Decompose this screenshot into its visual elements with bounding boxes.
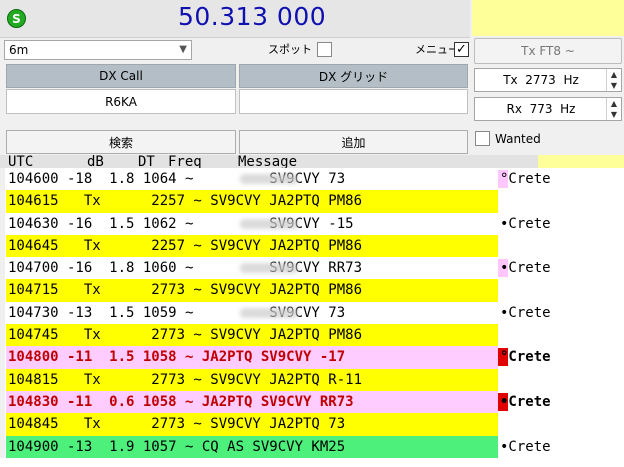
decode-message: 104645 Tx 2257 ~ SV9CVY JA2PTQ PM86 (8, 237, 363, 254)
row-gutter (0, 234, 5, 258)
location-cell (498, 368, 624, 391)
dx-grid-input[interactable] (239, 89, 468, 114)
table-row[interactable]: 104630 -16 1.5 1062 ~ SV9CVY -15 •Crete (0, 212, 624, 235)
decode-message: 104845 Tx 2773 ~ SV9CVY JA2PTQ 73 (8, 416, 346, 433)
location-text: •Crete (500, 260, 551, 277)
dx-call-header: DX Call (6, 64, 236, 88)
row-gutter (0, 413, 5, 436)
spin-arrows-icon[interactable]: ▲ ▼ (606, 98, 621, 120)
location-cell (498, 190, 624, 213)
redacted-callsign (240, 307, 298, 318)
row-gutter (0, 435, 5, 458)
redacted-callsign (240, 174, 298, 184)
row-gutter (0, 390, 5, 414)
location-text: •Crete (500, 215, 551, 232)
spin-arrows-icon[interactable]: ▲ ▼ (606, 69, 621, 91)
table-row[interactable]: 104615 Tx 2257 ~ SV9CVY JA2PTQ PM86 (0, 190, 624, 213)
chevron-down-icon: ▼ (179, 44, 187, 55)
tx-mode-button[interactable]: Tx FT8 ~ (474, 38, 622, 64)
menu-checkbox[interactable]: ✓ (454, 42, 469, 57)
rx-frequency-value: Rx 773 Hz (506, 102, 576, 116)
location-text: °Crete (500, 349, 551, 366)
tx-frequency-spinbox[interactable]: Tx 2773 Hz ▲ ▼ (474, 68, 622, 92)
table-row[interactable]: 104815 Tx 2773 ~ SV9CVY JA2PTQ R-11 (0, 368, 624, 391)
location-text: °Crete (500, 171, 551, 187)
decode-message: 104800 -11 1.5 1058 ~ JA2PTQ SV9CVY -17 (8, 349, 346, 366)
table-row[interactable]: 104845 Tx 2773 ~ SV9CVY JA2PTQ 73 (0, 413, 624, 436)
dial-frequency: 50.313 000 (178, 2, 327, 31)
table-row[interactable]: 104600 -18 1.8 1064 ~ SV9CVY 73 °Crete (0, 168, 624, 191)
table-row[interactable]: 104715 Tx 2773 ~ SV9CVY JA2PTQ PM86 (0, 279, 624, 302)
location-cell (498, 234, 624, 258)
tx-frequency-value: Tx 2773 Hz (503, 73, 579, 87)
table-row[interactable]: 104800 -11 1.5 1058 ~ JA2PTQ SV9CVY -17 °… (0, 346, 624, 369)
location-cell (498, 279, 624, 302)
search-button[interactable]: 検索 (6, 130, 236, 154)
decode-message: 104615 Tx 2257 ~ SV9CVY JA2PTQ PM86 (8, 193, 363, 210)
decode-message: 104630 -16 1.5 1062 ~ SV9CVY -15 (8, 215, 354, 232)
spot-label: スポット (268, 43, 312, 56)
decode-message: 104715 Tx 2773 ~ SV9CVY JA2PTQ PM86 (8, 282, 363, 299)
decode-list[interactable]: 104600 -18 1.8 1064 ~ SV9CVY 73 °Crete 104… (0, 168, 624, 467)
wanted-checkbox[interactable] (475, 131, 490, 146)
row-gutter (0, 190, 5, 213)
redacted-callsign (240, 263, 298, 274)
dx-call-input[interactable]: R6KA (6, 89, 236, 114)
row-gutter (0, 212, 5, 235)
row-gutter (0, 301, 5, 325)
decode-message: 104900 -13 1.9 1057 ~ CQ AS SV9CVY KM25 (8, 438, 346, 455)
spot-checkbox[interactable] (317, 42, 332, 57)
status-indicator-icon: S (7, 9, 26, 28)
band-select[interactable]: 6m ▼ (4, 40, 192, 60)
location-cell (498, 413, 624, 436)
decode-message: 104745 Tx 2773 ~ SV9CVY JA2PTQ PM86 (8, 327, 363, 344)
location-cell (498, 324, 624, 347)
band-select-value: 6m (9, 43, 29, 57)
decode-message: 104815 Tx 2773 ~ SV9CVY JA2PTQ R-11 (8, 371, 363, 388)
table-row[interactable]: 104730 -13 1.5 1059 ~ SV9CVY 73 •Crete (0, 301, 624, 325)
table-row[interactable]: 104645 Tx 2257 ~ SV9CVY JA2PTQ PM86 (0, 234, 624, 258)
row-gutter (0, 279, 5, 302)
row-gutter (0, 257, 5, 280)
row-gutter (0, 168, 5, 191)
dx-grid-header: DX グリッド (239, 64, 468, 88)
location-text: •Crete (500, 393, 551, 410)
row-gutter (0, 368, 5, 391)
location-text: •Crete (500, 438, 551, 455)
location-text: •Crete (500, 304, 551, 321)
checkmark-icon: ✓ (456, 42, 467, 57)
row-gutter (0, 324, 5, 347)
status-highlight-panel (472, 0, 624, 36)
redacted-callsign (240, 218, 298, 229)
table-row[interactable]: 104830 -11 0.6 1058 ~ JA2PTQ SV9CVY RR73… (0, 390, 624, 414)
table-row[interactable]: 104900 -13 1.9 1057 ~ CQ AS SV9CVY KM25 •… (0, 435, 624, 458)
decode-message: 104700 -16 1.8 1060 ~ SV9CVY RR73 (8, 260, 363, 277)
table-row[interactable]: 104745 Tx 2773 ~ SV9CVY JA2PTQ PM86 (0, 324, 624, 347)
table-row[interactable]: 104700 -16 1.8 1060 ~ SV9CVY RR73 •Crete (0, 257, 624, 280)
decode-message: 104830 -11 0.6 1058 ~ JA2PTQ SV9CVY RR73 (8, 393, 354, 410)
wanted-label: Wanted (495, 132, 541, 146)
add-button[interactable]: 追加 (239, 130, 468, 154)
menu-label: メニュー (415, 43, 459, 56)
row-gutter (0, 346, 5, 369)
rx-frequency-spinbox[interactable]: Rx 773 Hz ▲ ▼ (474, 97, 622, 121)
